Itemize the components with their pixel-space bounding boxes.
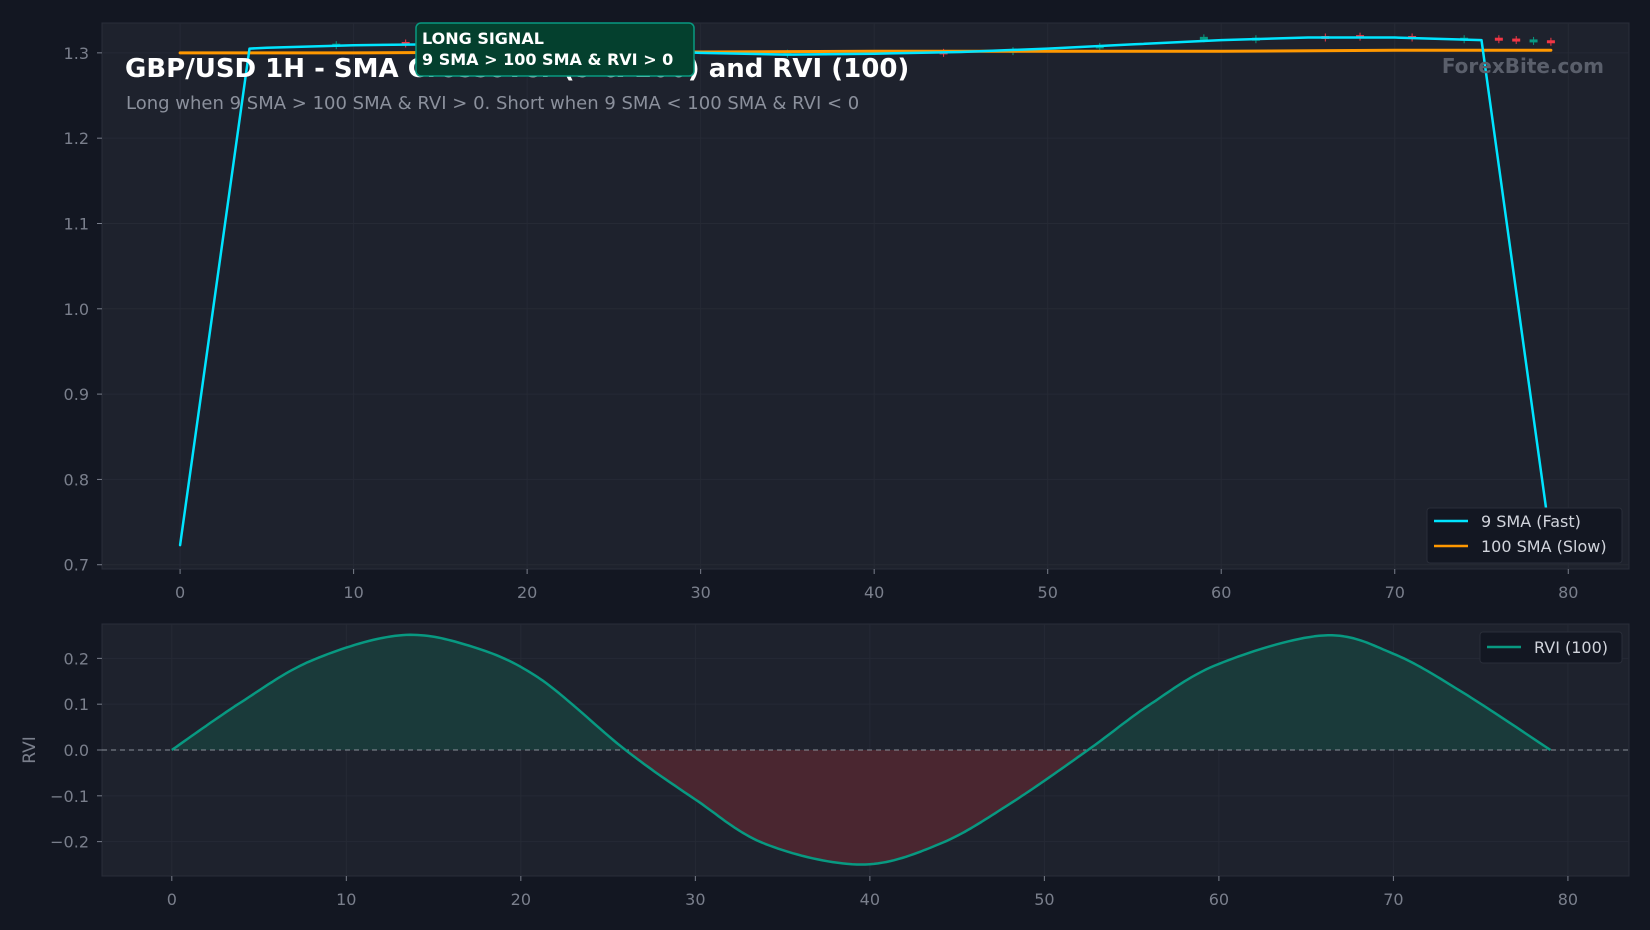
legend-label-slow-sma: 100 SMA (Slow) <box>1481 537 1607 556</box>
rvi-y-tick-label: 0.2 <box>64 649 89 668</box>
rvi-x-tick-label: 40 <box>860 890 880 909</box>
annotation-line-2: 9 SMA > 100 SMA & RVI > 0 <box>422 50 673 69</box>
price-y-tick-label: 0.7 <box>64 556 89 575</box>
chart-subtitle: Long when 9 SMA > 100 SMA & RVI > 0. Sho… <box>126 93 859 114</box>
candle-body <box>1199 36 1208 40</box>
price-x-tick-label: 50 <box>1038 583 1058 602</box>
rvi-x-tick-label: 10 <box>336 890 356 909</box>
rvi-legend: RVI (100) <box>1479 631 1623 664</box>
long-signal-annotation: LONG SIGNAL 9 SMA > 100 SMA & RVI > 0 <box>415 22 695 77</box>
price-x-tick-label: 10 <box>343 583 363 602</box>
rvi-y-tick-label: −0.2 <box>50 833 89 852</box>
price-y-tick-label: 0.9 <box>64 385 89 404</box>
candle-body <box>1546 40 1555 44</box>
rvi-y-axis-label: RVI <box>20 736 40 764</box>
rvi-x-tick-label: 70 <box>1383 890 1403 909</box>
rvi-y-ticks: 0.2 0.1 0.0 −0.1 −0.2 <box>50 649 102 852</box>
price-x-tick-label: 30 <box>690 583 710 602</box>
candle-body <box>1494 37 1503 41</box>
price-y-ticks: 0.7 0.8 0.9 1.0 1.1 1.2 1.3 <box>64 44 102 575</box>
watermark: ForexBite.com <box>1442 54 1604 78</box>
rvi-x-tick-label: 80 <box>1558 890 1578 909</box>
rvi-x-tick-label: 30 <box>685 890 705 909</box>
legend-label-rvi: RVI (100) <box>1534 638 1608 657</box>
price-x-tick-label: 20 <box>517 583 537 602</box>
price-x-ticks: 0 10 20 30 40 50 60 70 80 <box>175 569 1578 602</box>
price-x-tick-label: 40 <box>864 583 884 602</box>
chart-stage: 0.7 0.8 0.9 1.0 1.1 1.2 1.3 0 10 20 30 40 50 60 70 80 … <box>0 0 1650 930</box>
price-and-rvi-chart: 0.70.80.91.01.11.21.3 0 10 20 30 40 50 60 70 80 … <box>20 22 1630 909</box>
price-x-tick-label: 70 <box>1385 583 1405 602</box>
price-legend: 9 SMA (Fast) 100 SMA (Slow) <box>1426 507 1623 564</box>
rvi-y-tick-label: 0.1 <box>64 695 89 714</box>
price-y-tick-label: 0.8 <box>64 470 89 489</box>
legend-label-fast-sma: 9 SMA (Fast) <box>1481 512 1581 531</box>
rvi-y-tick-label: −0.1 <box>50 787 89 806</box>
rvi-y-tick-label: 0.0 <box>64 741 89 760</box>
rvi-x-tick-label: 50 <box>1034 890 1054 909</box>
price-x-tick-label: 0 <box>175 583 185 602</box>
rvi-x-tick-label: 0 <box>167 890 177 909</box>
candle-body <box>1529 39 1538 43</box>
rvi-x-tick-label: 20 <box>511 890 531 909</box>
annotation-line-1: LONG SIGNAL <box>422 29 544 48</box>
price-y-tick-label: 1.0 <box>64 300 89 319</box>
candle-body <box>1512 38 1521 42</box>
rvi-x-ticks: 0 10 20 30 40 50 60 70 80 <box>167 876 1578 909</box>
price-y-tick-label: 1.3 <box>64 44 89 63</box>
price-y-tick-label: 1.2 <box>64 129 89 148</box>
rvi-x-tick-label: 60 <box>1209 890 1229 909</box>
price-y-tick-label: 1.1 <box>64 214 89 233</box>
price-x-tick-label: 60 <box>1211 583 1231 602</box>
price-x-tick-label: 80 <box>1558 583 1578 602</box>
